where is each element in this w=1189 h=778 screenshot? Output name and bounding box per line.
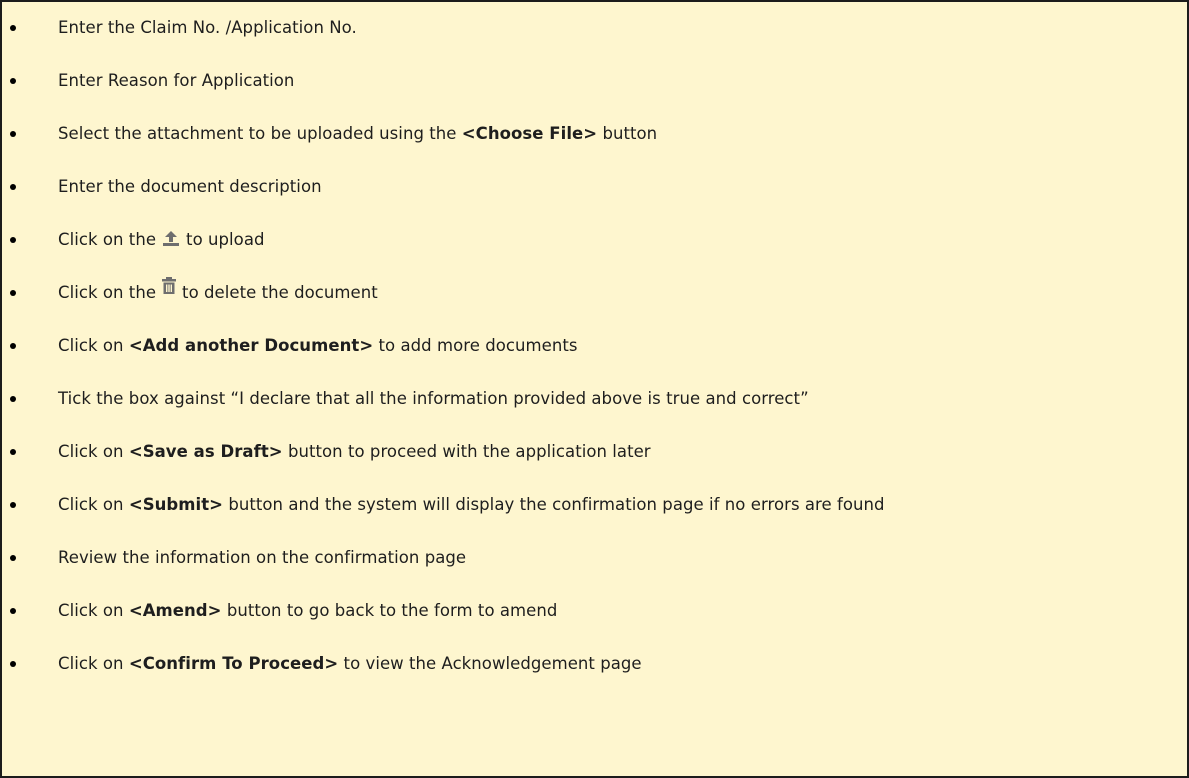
bullet-icon [10,25,16,31]
step-item: Enter the Claim No. /Application No. [2,11,1187,64]
add-document-label: <Add another Document> [128,336,374,355]
step-item: Tick the box against “I declare that all… [2,382,1187,435]
bullet-icon [10,290,16,296]
step-item: Click on <Confirm To Proceed> to view th… [2,647,1187,700]
step-item: Enter the document description [2,170,1187,223]
choose-file-label: <Choose File> [461,124,598,143]
bullet-icon [10,184,16,190]
step-item: Click on <Amend> button to go back to th… [2,594,1187,647]
step-item: Click on the to delete the document [2,276,1187,329]
save-draft-label: <Save as Draft> [128,442,283,461]
amend-label: <Amend> [128,601,222,620]
bullet-icon [10,131,16,137]
step-item: Enter Reason for Application [2,64,1187,117]
upload-icon [162,231,180,247]
confirm-proceed-label: <Confirm To Proceed> [128,654,339,673]
step-item: Click on the to upload [2,223,1187,276]
instructions-panel: Enter the Claim No. /Application No. Ent… [0,0,1189,778]
bullet-icon [10,449,16,455]
bullet-icon [10,502,16,508]
trash-icon [162,277,177,294]
bullet-icon [10,396,16,402]
steps-list: Enter the Claim No. /Application No. Ent… [2,11,1187,700]
step-item: Review the information on the confirmati… [2,541,1187,594]
bullet-icon [10,608,16,614]
bullet-icon [10,343,16,349]
submit-label: <Submit> [128,495,224,514]
step-item: Click on <Add another Document> to add m… [2,329,1187,382]
bullet-icon [10,237,16,243]
bullet-icon [10,555,16,561]
bullet-icon [10,661,16,667]
step-item: Click on <Save as Draft> button to proce… [2,435,1187,488]
step-item: Select the attachment to be uploaded usi… [2,117,1187,170]
step-item: Click on <Submit> button and the system … [2,488,1187,541]
bullet-icon [10,78,16,84]
